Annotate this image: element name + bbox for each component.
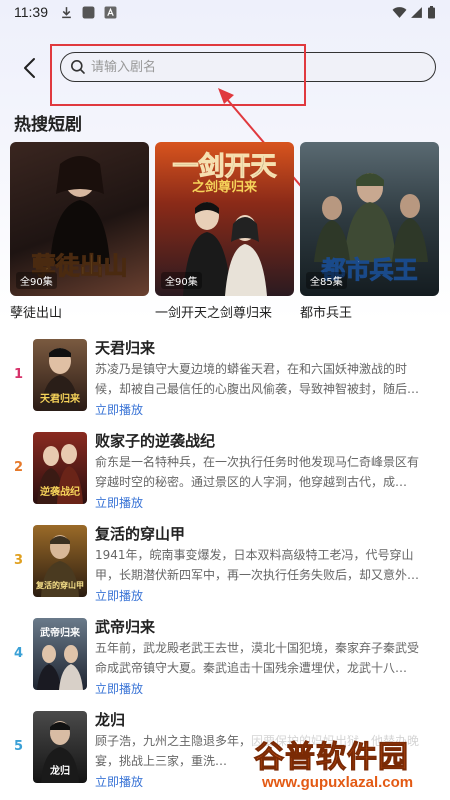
item-title: 武帝归来 [95, 618, 156, 636]
play-now-link[interactable]: 立即播放 [95, 494, 143, 511]
item-title: 复活的穿山甲 [95, 525, 186, 543]
back-arrow-icon[interactable] [16, 54, 44, 82]
item-description: 1941年，皖南事变爆发，日本双料高级特工老冯，代号穿山甲，长期潜伏新四军中，再… [95, 548, 420, 582]
poster-figure [314, 173, 428, 262]
drama-thumbnail: 龙归 [33, 711, 87, 783]
status-bar: 11:39 [0, 0, 450, 26]
rank-number: 2 [14, 460, 24, 475]
a-icon [104, 6, 117, 19]
item-title: 龙归 [95, 711, 126, 729]
item-description: 俞东是一名特种兵，在一次执行任务时他发现马仁奇峰景区有穿越时空的秘密。通过景区的… [95, 455, 420, 489]
episode-badge: 全90集 [161, 272, 202, 289]
drama-thumbnail: 逆袭战纪 [33, 432, 87, 504]
hot-drama-name: 孽徒出山 [10, 306, 63, 321]
drama-poster: 都市兵王 全85集 [300, 142, 439, 296]
search-icon [71, 60, 85, 74]
thumb-title: 龙归 [50, 766, 70, 777]
rank-number: 4 [14, 646, 24, 661]
item-description: 五年前，武龙殿老武王去世，漠北十国犯境，秦家弃子秦武受命成武帝镇守大夏。秦武追击… [95, 641, 420, 675]
hot-drama-name: 都市兵王 [300, 306, 353, 321]
drama-poster: 一剑开天 之剑尊归来 全90集 [155, 142, 294, 296]
thumb-figure [37, 645, 83, 690]
hot-drama-card[interactable]: 孽徒出山 全90集 孽徒出山 [10, 142, 149, 321]
poster-subtitle: 之剑尊归来 [191, 180, 257, 195]
episode-badge: 全90集 [16, 272, 57, 289]
play-now-link[interactable]: 立即播放 [95, 680, 143, 697]
rank-number: 5 [14, 739, 24, 754]
drama-thumbnail: 武帝归来 [33, 618, 87, 690]
watermark-title: 谷普软件园 [254, 740, 409, 776]
hot-drama-card[interactable]: 都市兵王 全85集 都市兵王 [300, 142, 439, 321]
thumb-title: 天君归来 [40, 394, 80, 405]
play-now-link[interactable]: 立即播放 [95, 587, 143, 604]
drama-thumbnail: 天君归来 [33, 339, 87, 411]
item-title: 败家子的逆袭战纪 [95, 432, 216, 450]
battery-icon [428, 6, 435, 19]
play-now-link[interactable]: 立即播放 [95, 401, 143, 418]
rank-number: 1 [14, 367, 24, 382]
drama-poster: 孽徒出山 全90集 [10, 142, 149, 296]
status-time: 11:39 [14, 4, 48, 20]
play-now-link[interactable]: 立即播放 [95, 773, 143, 790]
list-item[interactable]: 3 复活的穿山甲 复活的穿山甲 1941年，皖南事变爆发，日本双料高级特工老冯，… [0, 523, 450, 613]
signal-icon [411, 7, 422, 18]
episode-badge: 全85集 [306, 272, 347, 289]
watermark: 谷普软件园 www.gupuxlazal.com [246, 726, 450, 800]
download-icon [62, 7, 71, 19]
thumb-title: 逆袭战纪 [40, 487, 80, 498]
item-description: 苏凌乃是镇守大夏边境的蟒雀天君，在和六国妖神激战的时候，却被自己最信任的心腹出风… [95, 362, 420, 396]
list-item[interactable]: 1 天君归来 天君归来 苏凌乃是镇守大夏边境的蟒雀天君，在和六国妖神激战的时候，… [0, 337, 450, 427]
search-box[interactable] [60, 52, 436, 82]
thumb-title: 复活的穿山甲 [36, 581, 84, 590]
list-item[interactable]: 4 武帝归来 武帝归来 五年前，武龙殿老武王去世，漠北十国犯境，秦家弃子秦武受命… [0, 616, 450, 706]
app-square-icon [82, 6, 95, 19]
drama-thumbnail: 复活的穿山甲 [33, 525, 87, 597]
watermark-url: www.gupuxlazal.com [262, 774, 414, 791]
list-item[interactable]: 2 逆袭战纪 败家子的逆袭战纪 俞东是一名特种兵，在一次执行任务时他发现马仁奇峰… [0, 430, 450, 520]
section-title: 热搜短剧 [14, 115, 82, 135]
hot-drama-card[interactable]: 一剑开天 之剑尊归来 全90集 一剑开天之剑尊归来 [155, 142, 294, 321]
item-title: 天君归来 [95, 339, 156, 357]
wifi-icon [392, 7, 407, 18]
rank-number: 3 [14, 553, 24, 568]
hot-drama-name: 一剑开天之剑尊归来 [155, 306, 273, 321]
search-input[interactable] [91, 56, 421, 78]
